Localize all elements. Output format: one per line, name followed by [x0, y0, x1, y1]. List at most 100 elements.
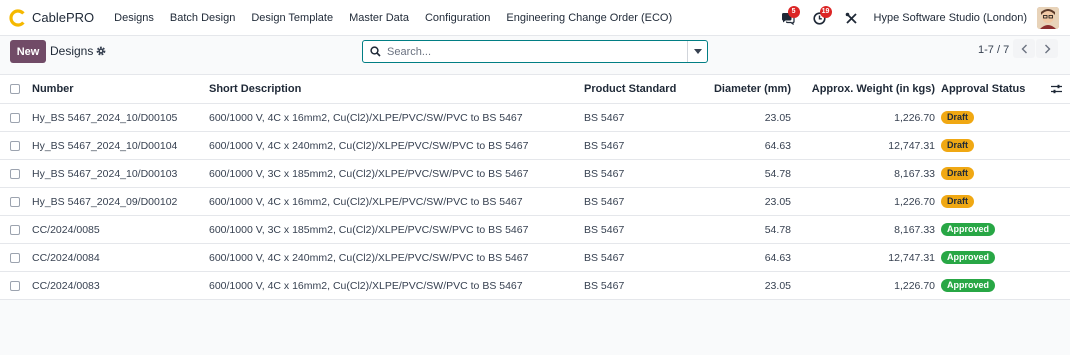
menu-eco[interactable]: Engineering Change Order (ECO): [498, 12, 680, 24]
cell-number: Hy_BS 5467_2024_09/D00102: [32, 195, 178, 208]
table-body: Hy_BS 5467_2024_10/D00105 600/1000 V, 4C …: [0, 104, 1070, 300]
row-checkbox[interactable]: [10, 252, 20, 263]
row-checkbox[interactable]: [10, 168, 20, 179]
cell-diameter: 23.05: [764, 111, 791, 124]
row-checkbox[interactable]: [10, 280, 20, 291]
cell-number: CC/2024/0084: [32, 251, 100, 264]
caret-down-icon: [693, 49, 702, 54]
column-header-approval-status[interactable]: Approval Status: [941, 75, 1025, 103]
cell-weight: 8,167.33: [894, 167, 935, 180]
table-row[interactable]: Hy_BS 5467_2024_10/D00104 600/1000 V, 4C …: [0, 132, 1070, 160]
row-select-cell: [10, 104, 20, 131]
row-select-cell: [10, 272, 20, 299]
table-header-row: Number Short Description Product Standar…: [0, 75, 1070, 104]
row-checkbox[interactable]: [10, 196, 20, 207]
cell-diameter: 23.05: [764, 195, 791, 208]
page-title: Designs: [50, 44, 94, 58]
menu-batch-design[interactable]: Batch Design: [162, 12, 243, 24]
menu-master-data[interactable]: Master Data: [341, 12, 417, 24]
app-brand[interactable]: CablePRO: [9, 0, 106, 36]
cell-product-standard: BS 5467: [584, 167, 625, 180]
cell-approval-status: Draft: [941, 132, 975, 159]
row-checkbox[interactable]: [10, 112, 20, 123]
pager-value[interactable]: 1-7 / 7: [978, 44, 1009, 56]
pager-next-button[interactable]: [1036, 39, 1058, 58]
cell-approval-status: Draft: [941, 188, 975, 215]
row-select-cell: [10, 216, 20, 243]
cell-product-standard: BS 5467: [584, 251, 625, 264]
cell-number: Hy_BS 5467_2024_10/D00105: [32, 111, 178, 124]
activities-button[interactable]: 19: [810, 6, 832, 28]
cell-number: CC/2024/0085: [32, 223, 100, 236]
cell-diameter: 64.63: [764, 139, 791, 152]
cell-short-description: 600/1000 V, 4C x 16mm2, Cu(Cl2)/XLPE/PVC…: [209, 111, 523, 124]
column-header-weight[interactable]: Approx. Weight (in kgs): [812, 75, 935, 103]
status-badge: Draft: [941, 139, 975, 152]
new-button[interactable]: New: [10, 40, 46, 63]
activities-counter: 19: [819, 6, 832, 18]
avatar-icon: [1037, 7, 1059, 29]
cell-weight: 1,226.70: [894, 279, 935, 292]
cell-approval-status: Draft: [941, 104, 975, 131]
user-avatar[interactable]: [1037, 7, 1059, 29]
table-row[interactable]: CC/2024/0085 600/1000 V, 3C x 185mm2, Cu(…: [0, 216, 1070, 244]
debug-button[interactable]: [842, 8, 862, 28]
messages-button[interactable]: 5: [778, 6, 800, 28]
search-input[interactable]: [387, 42, 687, 61]
cell-short-description: 600/1000 V, 4C x 240mm2, Cu(Cl2)/XLPE/PV…: [209, 139, 529, 152]
cell-short-description: 600/1000 V, 4C x 16mm2, Cu(Cl2)/XLPE/PVC…: [209, 195, 523, 208]
menu-design-template[interactable]: Design Template: [243, 12, 341, 24]
status-badge: Draft: [941, 195, 975, 208]
cell-short-description: 600/1000 V, 3C x 185mm2, Cu(Cl2)/XLPE/PV…: [209, 167, 529, 180]
row-select-cell: [10, 160, 20, 187]
designs-table: Number Short Description Product Standar…: [0, 74, 1070, 300]
menu-configuration[interactable]: Configuration: [417, 12, 498, 24]
column-header-diameter[interactable]: Diameter (mm): [714, 75, 791, 103]
cell-weight: 8,167.33: [894, 223, 935, 236]
status-badge: Approved: [941, 251, 996, 264]
table-row[interactable]: Hy_BS 5467_2024_10/D00103 600/1000 V, 3C …: [0, 160, 1070, 188]
top-navbar: CablePRO Designs Batch Design Design Tem…: [0, 0, 1070, 36]
cell-approval-status: Approved: [941, 216, 996, 243]
cell-approval-status: Approved: [941, 272, 996, 299]
cell-approval-status: Approved: [941, 244, 996, 271]
tools-icon: [845, 12, 857, 24]
row-select-cell: [10, 188, 20, 215]
gear-icon[interactable]: [96, 46, 106, 56]
cell-short-description: 600/1000 V, 4C x 16mm2, Cu(Cl2)/XLPE/PVC…: [209, 279, 523, 292]
optional-columns-toggle[interactable]: [1051, 75, 1062, 103]
column-header-product-standard[interactable]: Product Standard: [584, 75, 676, 103]
chevron-left-icon: [1021, 44, 1027, 53]
column-header-number[interactable]: Number: [32, 75, 74, 103]
cablepro-logo-icon: [9, 8, 27, 27]
menu-designs[interactable]: Designs: [106, 12, 162, 24]
cell-weight: 12,747.31: [888, 139, 935, 152]
table-row[interactable]: CC/2024/0084 600/1000 V, 4C x 240mm2, Cu(…: [0, 244, 1070, 272]
navbar-right: 5 19 Hype Software Studio (London): [778, 0, 1070, 36]
cell-product-standard: BS 5467: [584, 139, 625, 152]
row-checkbox[interactable]: [10, 140, 20, 151]
cell-product-standard: BS 5467: [584, 111, 625, 124]
table-row[interactable]: Hy_BS 5467_2024_10/D00105 600/1000 V, 4C …: [0, 104, 1070, 132]
pager-previous-button[interactable]: [1013, 39, 1035, 58]
cell-product-standard: BS 5467: [584, 279, 625, 292]
app-name: CablePRO: [32, 10, 95, 25]
control-panel: New Designs 1-7 / 7: [0, 37, 1070, 73]
cell-number: CC/2024/0083: [32, 279, 100, 292]
table-row[interactable]: CC/2024/0083 600/1000 V, 4C x 16mm2, Cu(C…: [0, 272, 1070, 300]
cell-approval-status: Draft: [941, 160, 975, 187]
status-badge: Draft: [941, 167, 975, 180]
search-bar: [362, 40, 708, 63]
status-badge: Approved: [941, 279, 996, 292]
company-switcher[interactable]: Hype Software Studio (London): [874, 12, 1027, 24]
cell-product-standard: BS 5467: [584, 195, 625, 208]
cell-short-description: 600/1000 V, 3C x 185mm2, Cu(Cl2)/XLPE/PV…: [209, 223, 529, 236]
column-header-short-description[interactable]: Short Description: [209, 75, 301, 103]
row-checkbox[interactable]: [10, 224, 20, 235]
row-select-cell: [10, 132, 20, 159]
cell-weight: 1,226.70: [894, 111, 935, 124]
select-all-checkbox[interactable]: [10, 84, 20, 94]
main-menu: Designs Batch Design Design Template Mas…: [106, 0, 680, 36]
search-options-toggle[interactable]: [687, 41, 707, 62]
table-row[interactable]: Hy_BS 5467_2024_09/D00102 600/1000 V, 4C …: [0, 188, 1070, 216]
